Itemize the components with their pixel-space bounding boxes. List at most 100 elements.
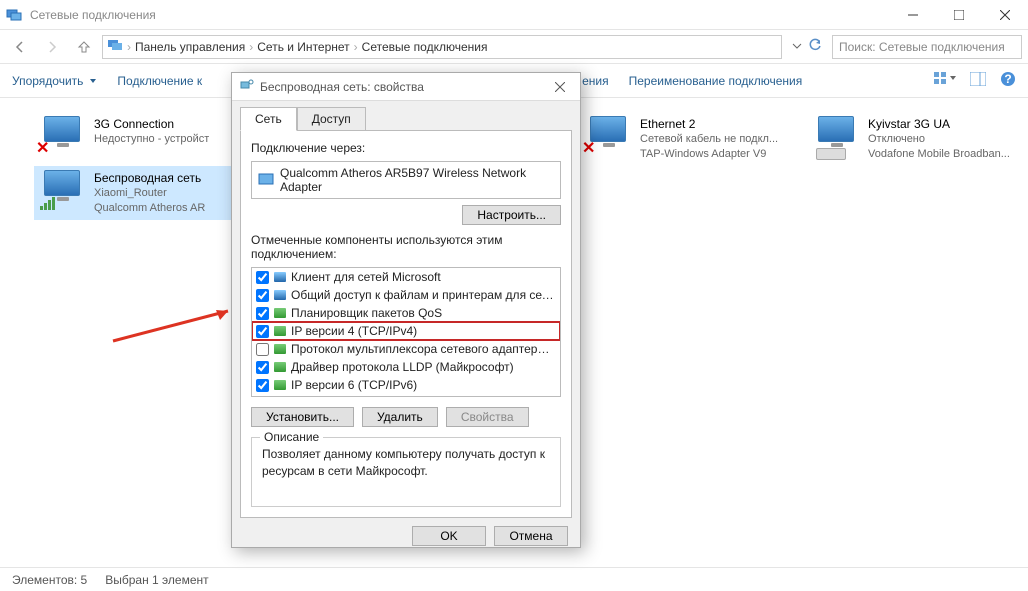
rename-command[interactable]: Переименование подключения [629, 74, 803, 88]
component-checkbox[interactable] [256, 271, 269, 284]
details-pane-button[interactable] [970, 72, 986, 89]
ok-button[interactable]: OK [412, 526, 486, 546]
address-bar: › Панель управления › Сеть и Интернет › … [0, 30, 1028, 64]
install-button[interactable]: Установить... [251, 407, 354, 427]
component-row[interactable]: Драйвер протокола LLDP (Майкрософт) [252, 358, 560, 376]
properties-dialog: Беспроводная сеть: свойства Сеть Доступ … [231, 72, 581, 548]
minimize-button[interactable] [890, 0, 936, 30]
component-checkbox[interactable] [256, 289, 269, 302]
uninstall-button[interactable]: Удалить [362, 407, 438, 427]
svg-text:?: ? [1004, 72, 1011, 86]
connection-icon: ✕ [38, 116, 86, 156]
chevron-right-icon: › [354, 40, 358, 54]
component-label: IP версии 6 (TCP/IPv6) [291, 378, 556, 392]
connection-adapter: Qualcomm Atheros AR [94, 201, 205, 216]
component-checkbox[interactable] [256, 361, 269, 374]
protocol-icon [273, 342, 287, 356]
component-row[interactable]: IP версии 4 (TCP/IPv4) [252, 322, 560, 340]
view-icons-button[interactable] [934, 72, 956, 89]
connection-item[interactable]: Kyivstar 3G UA Отключено Vodafone Mobile… [808, 112, 1028, 166]
breadcrumb[interactable]: › Панель управления › Сеть и Интернет › … [102, 35, 782, 59]
dropdown-icon[interactable] [792, 40, 802, 54]
connection-status: Сетевой кабель не подкл... [640, 132, 778, 147]
description-legend: Описание [260, 430, 323, 444]
tab-network[interactable]: Сеть [240, 107, 297, 131]
components-list[interactable]: Клиент для сетей Microsoft Общий доступ к… [251, 267, 561, 397]
component-row[interactable]: Протокол мультиплексора сетевого адаптер… [252, 340, 560, 358]
component-checkbox[interactable] [256, 343, 269, 356]
window-titlebar: Сетевые подключения [0, 0, 1028, 30]
protocol-icon [273, 360, 287, 374]
up-button[interactable] [70, 35, 98, 59]
ethernet-icon: ✕ [584, 116, 632, 156]
description-groupbox: Описание Позволяет данному компьютеру по… [251, 437, 561, 507]
connection-name: Ethernet 2 [640, 116, 778, 132]
tab-panel-network: Подключение через: Qualcomm Atheros AR5B… [240, 130, 572, 518]
components-label: Отмеченные компоненты используются этим … [251, 233, 561, 261]
connection-name: Kyivstar 3G UA [868, 116, 1010, 132]
search-input[interactable]: Поиск: Сетевые подключения [832, 35, 1022, 59]
dialog-titlebar[interactable]: Беспроводная сеть: свойства [232, 73, 580, 101]
breadcrumb-item[interactable]: Сеть и Интернет [257, 40, 349, 54]
forward-button[interactable] [38, 35, 66, 59]
tab-access[interactable]: Доступ [297, 107, 366, 130]
disable-command[interactable]: ения [582, 74, 609, 88]
breadcrumb-root-icon [107, 37, 123, 56]
maximize-button[interactable] [936, 0, 982, 30]
component-label: Протокол мультиплексора сетевого адаптер… [291, 342, 556, 356]
status-count: Элементов: 5 [12, 573, 87, 587]
dialog-tabs: Сеть Доступ [232, 101, 580, 130]
dialog-close-button[interactable] [548, 77, 572, 97]
close-button[interactable] [982, 0, 1028, 30]
connect-command[interactable]: Подключение к [117, 74, 202, 88]
chevron-right-icon: › [127, 40, 131, 54]
connection-adapter: Vodafone Mobile Broadban... [868, 147, 1010, 162]
component-checkbox[interactable] [256, 325, 269, 338]
help-icon[interactable]: ? [1000, 71, 1016, 90]
component-row[interactable]: IP версии 6 (TCP/IPv6) [252, 376, 560, 394]
component-row[interactable]: Планировщик пакетов QoS [252, 304, 560, 322]
dialog-title: Беспроводная сеть: свойства [260, 80, 548, 94]
description-text: Позволяет данному компьютеру получать до… [262, 446, 550, 480]
connection-name: 3G Connection [94, 116, 209, 132]
configure-button[interactable]: Настроить... [462, 205, 561, 225]
breadcrumb-item[interactable]: Сетевые подключения [362, 40, 488, 54]
search-placeholder: Поиск: Сетевые подключения [839, 40, 1005, 54]
component-label: IP версии 4 (TCP/IPv4) [291, 324, 556, 338]
wifi-icon [38, 170, 86, 210]
component-label: Клиент для сетей Microsoft [291, 270, 556, 284]
component-label: Общий доступ к файлам и принтерам для се… [291, 288, 556, 302]
connection-item-selected[interactable]: Беспроводная сеть Xiaomi_Router Qualcomm… [34, 166, 264, 220]
chevron-right-icon: › [249, 40, 253, 54]
status-selected: Выбран 1 элемент [105, 573, 208, 587]
adapter-icon [258, 171, 274, 190]
adapter-name-box: Qualcomm Atheros AR5B97 Wireless Network… [251, 161, 561, 199]
app-icon [6, 7, 22, 23]
connect-using-label: Подключение через: [251, 141, 561, 155]
back-button[interactable] [6, 35, 34, 59]
adapter-name: Qualcomm Atheros AR5B97 Wireless Network… [280, 166, 554, 194]
component-checkbox[interactable] [256, 379, 269, 392]
protocol-icon [273, 378, 287, 392]
refresh-icon[interactable] [808, 38, 822, 55]
modem-icon [812, 116, 860, 156]
connection-adapter: TAP-Windows Adapter V9 [640, 147, 778, 162]
protocol-icon [273, 306, 287, 320]
component-label: Планировщик пакетов QoS [291, 306, 556, 320]
connection-name: Беспроводная сеть [94, 170, 205, 186]
component-row[interactable]: Клиент для сетей Microsoft [252, 268, 560, 286]
cancel-button[interactable]: Отмена [494, 526, 568, 546]
breadcrumb-item[interactable]: Панель управления [135, 40, 245, 54]
component-checkbox[interactable] [256, 307, 269, 320]
connection-item[interactable]: ✕ 3G Connection Недоступно - устройст [34, 112, 264, 160]
connection-item[interactable]: ✕ Ethernet 2 Сетевой кабель не подкл... … [580, 112, 810, 166]
component-row[interactable]: Общий доступ к файлам и принтерам для се… [252, 286, 560, 304]
window-title: Сетевые подключения [30, 8, 1022, 22]
service-icon [273, 288, 287, 302]
properties-button[interactable]: Свойства [446, 407, 529, 427]
dialog-icon [240, 78, 254, 95]
status-bar: Элементов: 5 Выбран 1 элемент [0, 567, 1028, 591]
connection-status: Отключено [868, 132, 1010, 147]
organize-menu[interactable]: Упорядочить [12, 74, 97, 88]
component-label: Драйвер протокола LLDP (Майкрософт) [291, 360, 556, 374]
